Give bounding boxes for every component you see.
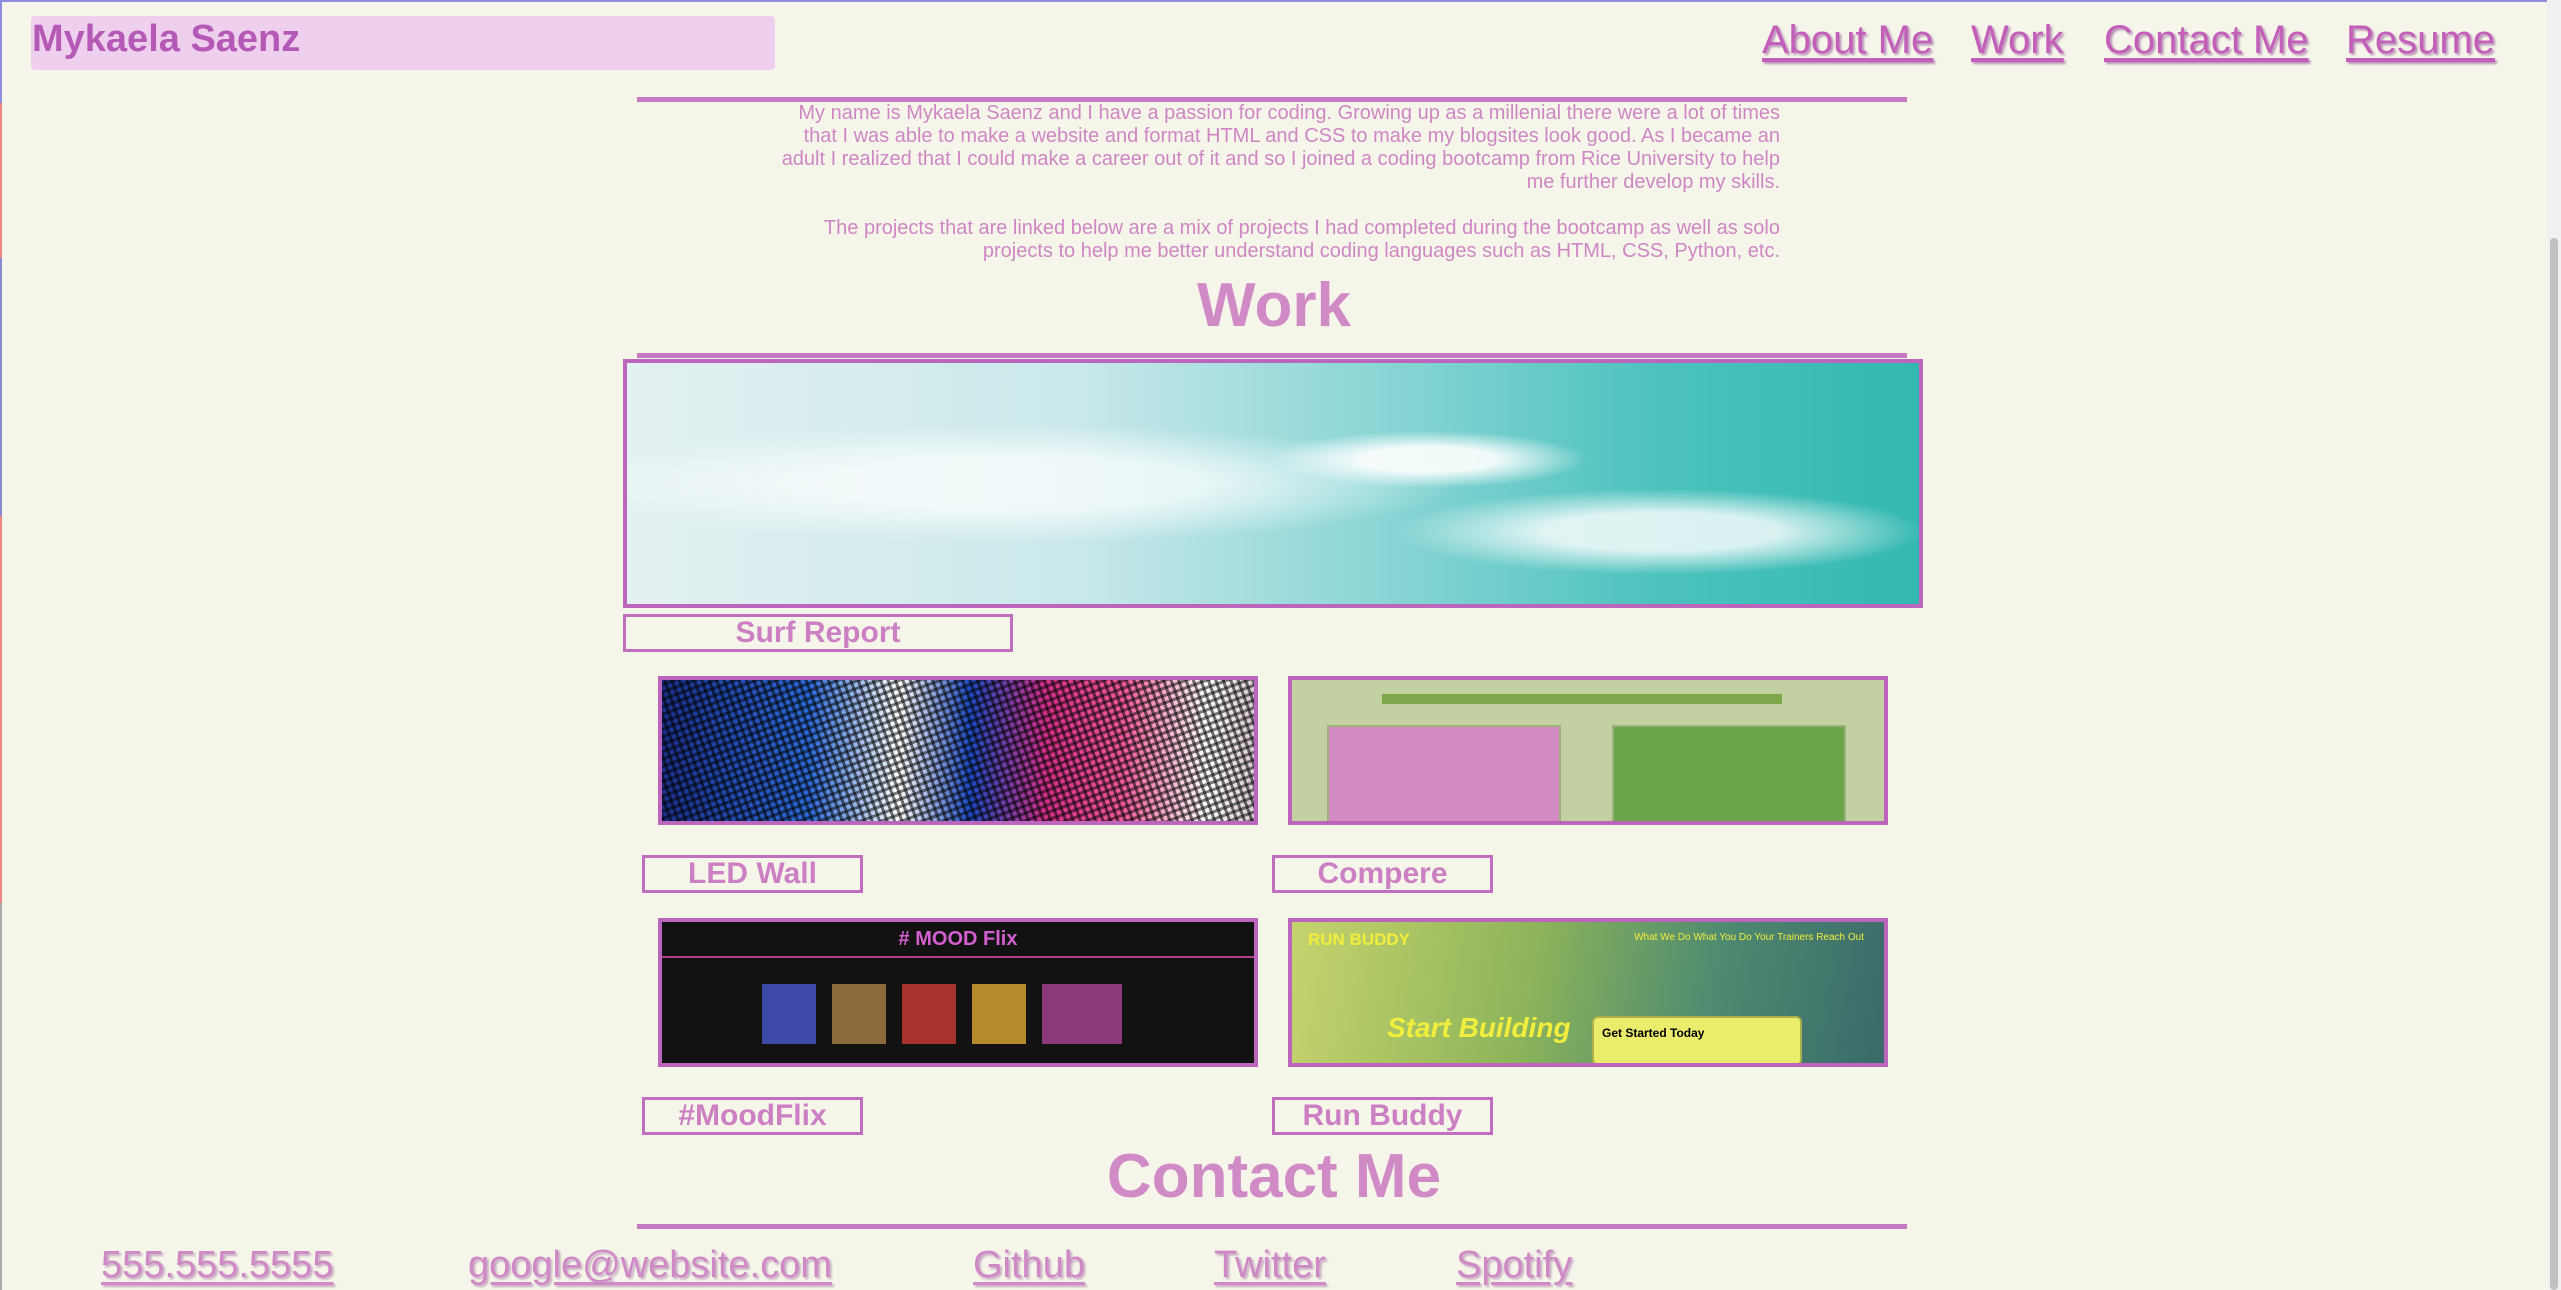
compere-search-bar — [1382, 694, 1782, 704]
about-paragraph-1: My name is Mykaela Saenz and I have a pa… — [781, 102, 1780, 193]
moodflix-label[interactable]: #MoodFlix — [642, 1097, 863, 1135]
work-heading: Work — [1197, 271, 1351, 340]
site-brand: Mykaela Saenz — [31, 16, 775, 70]
run-buddy-title: RUN BUDDY — [1308, 930, 1410, 949]
compere-label[interactable]: Compere — [1272, 855, 1493, 893]
run-buddy-hero-text: Start Building — [1387, 1012, 1571, 1043]
compere-game-tile — [1612, 725, 1846, 821]
window-top-border — [0, 0, 2561, 2]
twitter-link[interactable]: Twitter — [1214, 1244, 1326, 1287]
nav-work[interactable]: Work — [1971, 18, 2064, 63]
compere-game-tile — [1327, 725, 1561, 821]
vertical-scrollbar[interactable] — [2547, 0, 2561, 1290]
nav-resume[interactable]: Resume — [2346, 18, 2495, 63]
moodflix-header-line — [662, 956, 1254, 958]
led-wall-image — [662, 680, 1254, 821]
movie-poster — [902, 984, 956, 1044]
run-buddy-nav: What We Do What You Do Your Trainers Rea… — [1634, 932, 1864, 943]
nav-contact-me[interactable]: Contact Me — [2104, 18, 2309, 63]
about-paragraph-2: The projects that are linked below are a… — [823, 217, 1780, 262]
run-buddy-image: RUN BUDDY What We Do What You Do Your Tr… — [1292, 922, 1884, 1063]
compere-thumbnail[interactable] — [1288, 676, 1888, 825]
run-buddy-signup-card: Get Started Today — [1592, 1016, 1802, 1063]
run-buddy-label[interactable]: Run Buddy — [1272, 1097, 1493, 1135]
moodflix-thumbnail[interactable]: # MOOD Flix — [658, 918, 1258, 1067]
run-buddy-thumbnail[interactable]: RUN BUDDY What We Do What You Do Your Tr… — [1288, 918, 1888, 1067]
scrollbar-thumb[interactable] — [2550, 238, 2558, 1290]
compere-image — [1292, 680, 1884, 821]
movie-poster — [762, 984, 816, 1044]
movie-detail-card — [1042, 984, 1122, 1044]
surf-report-label[interactable]: Surf Report — [623, 614, 1013, 652]
nav-about-me[interactable]: About Me — [1762, 18, 1933, 63]
led-wall-label[interactable]: LED Wall — [642, 855, 863, 893]
work-divider — [637, 353, 1907, 358]
contact-heading: Contact Me — [1106, 1142, 1442, 1211]
window-left-edge — [0, 0, 2, 1290]
surf-report-image — [627, 363, 1919, 604]
email-link[interactable]: google@website.com — [468, 1244, 832, 1287]
spotify-link[interactable]: Spotify — [1456, 1244, 1572, 1287]
contact-divider — [637, 1224, 1907, 1229]
led-wall-thumbnail[interactable] — [658, 676, 1258, 825]
phone-link[interactable]: 555.555.5555 — [101, 1244, 333, 1287]
moodflix-title: # MOOD Flix — [898, 928, 1018, 950]
github-link[interactable]: Github — [973, 1244, 1085, 1287]
movie-poster — [832, 984, 886, 1044]
moodflix-image: # MOOD Flix — [662, 922, 1254, 1063]
movie-poster — [972, 984, 1026, 1044]
surf-report-thumbnail[interactable] — [623, 359, 1923, 608]
about-section: My name is Mykaela Saenz and I have a pa… — [770, 102, 1780, 286]
